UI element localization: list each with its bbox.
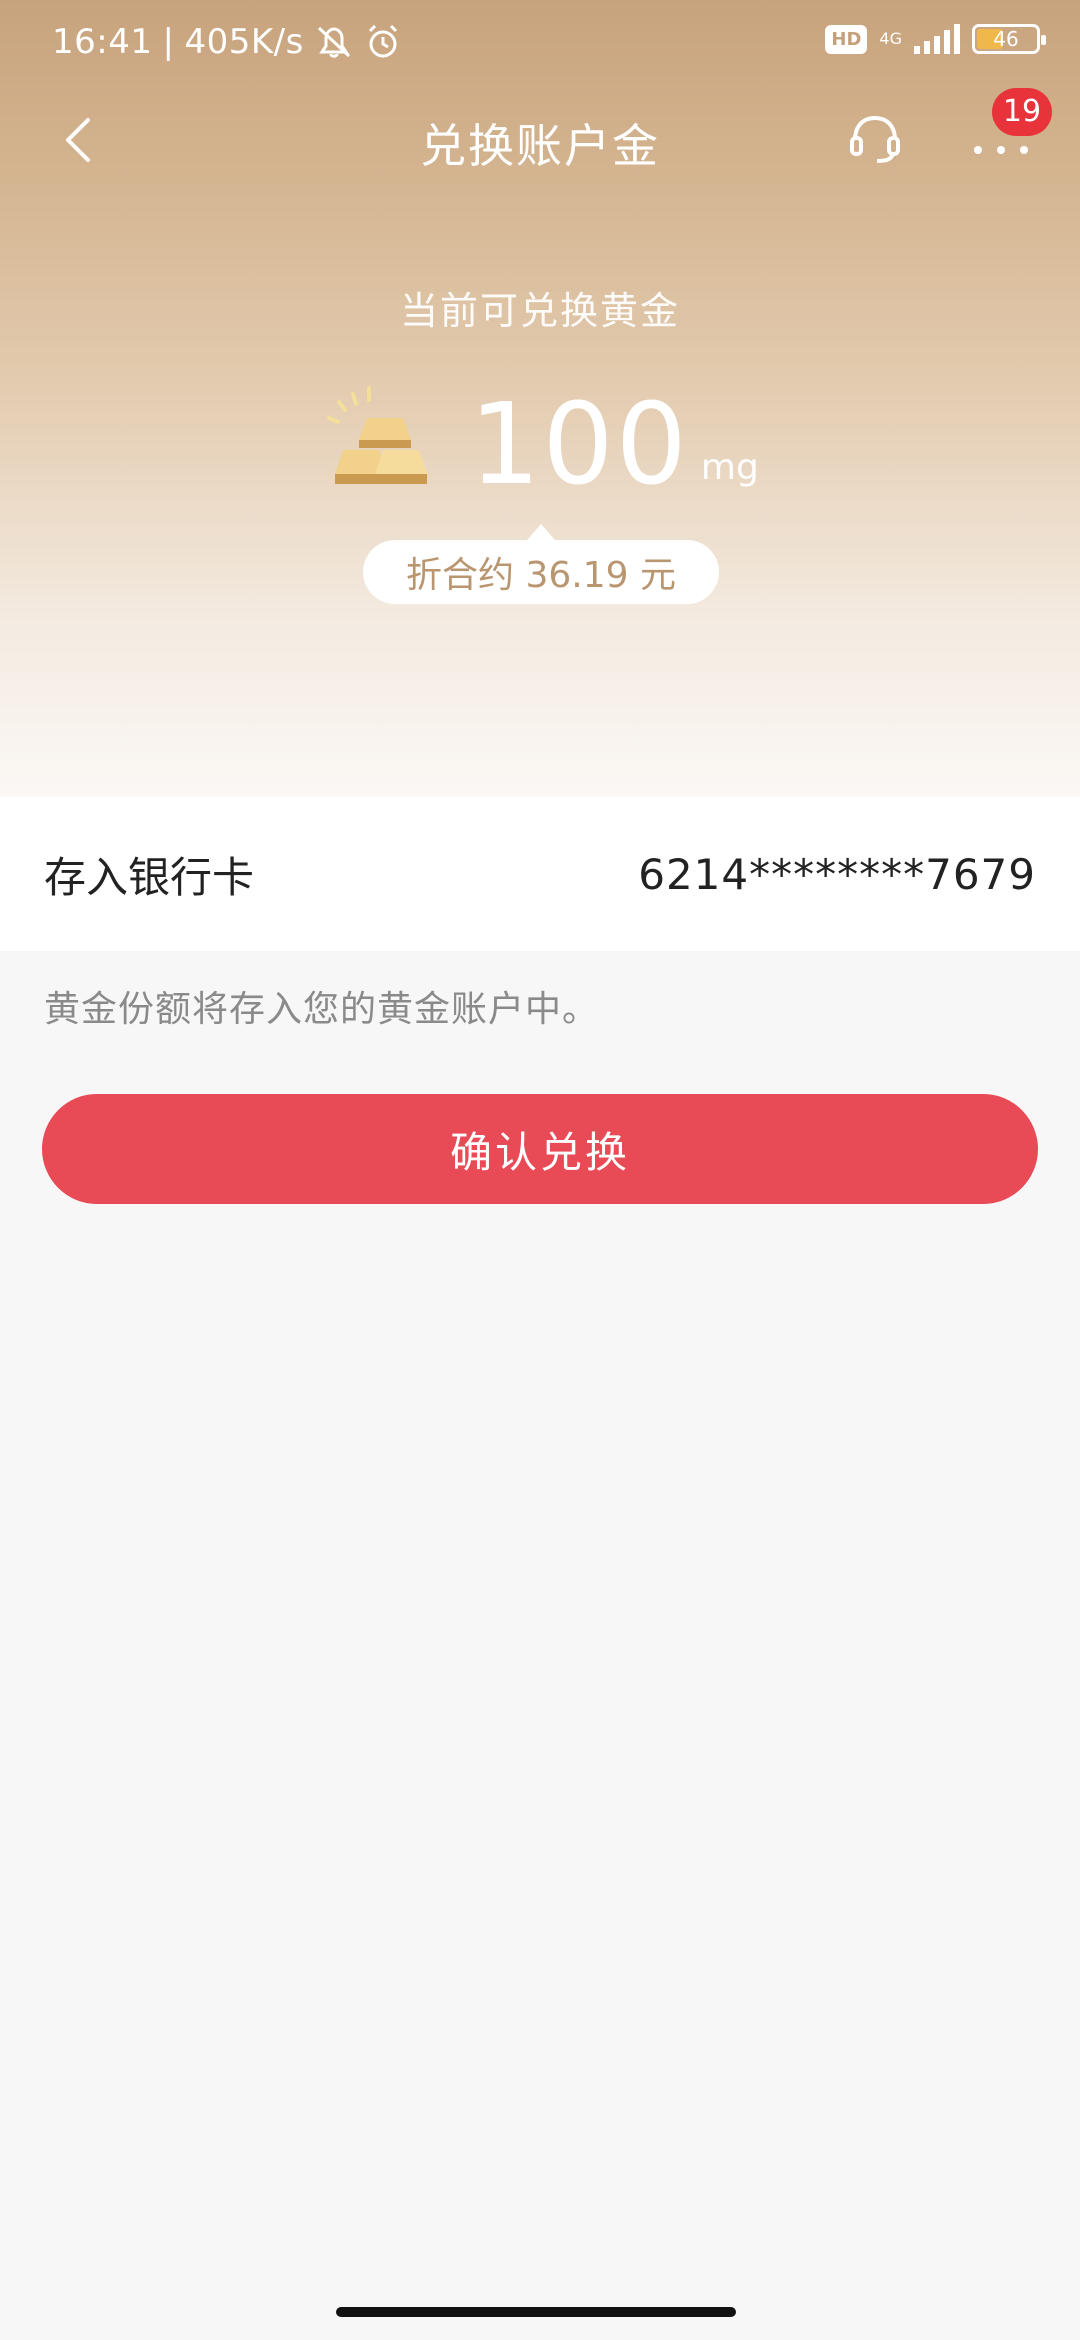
bank-card-row[interactable]: 存入银行卡 6214********7679 xyxy=(0,797,1080,951)
gold-amount: 100 xyxy=(469,380,689,510)
nav-bar: 兑换账户金 xyxy=(0,92,1080,182)
gold-bars-icon xyxy=(327,386,428,484)
home-indicator[interactable] xyxy=(336,2307,736,2317)
page-title: 兑换账户金 xyxy=(420,119,660,173)
hero-label: 当前可兑换黄金 xyxy=(399,289,680,333)
status-speed: 405K/s xyxy=(184,22,304,62)
bank-card-label: 存入银行卡 xyxy=(44,852,255,902)
hd-icon: HD xyxy=(825,24,868,54)
status-left: 16:41 | 405K/s xyxy=(52,22,402,62)
status-bar: 16:41 | 405K/s HD 4G 46 xyxy=(0,0,1080,92)
network-indicator: 4G xyxy=(879,31,902,47)
status-separator: | xyxy=(162,22,175,62)
alarm-icon xyxy=(368,24,397,58)
equivalent-value-bubble: 折合约 36.19 元 xyxy=(363,524,719,604)
status-right: HD 4G 46 xyxy=(825,24,1046,54)
notification-badge: 19 xyxy=(992,88,1052,136)
signal-icon xyxy=(914,24,960,54)
bell-off-icon xyxy=(317,26,350,58)
status-time: 16:41 xyxy=(52,22,153,62)
bank-card-number: 6214********7679 xyxy=(638,849,1036,899)
screen: 16:41 | 405K/s HD 4G 46 兑换账户金 19 当前可兑换黄金… xyxy=(0,0,1080,2340)
deposit-note: 黄金份额将存入您的黄金账户中。 xyxy=(44,989,600,1030)
battery-icon: 46 xyxy=(972,24,1046,54)
gold-unit: mg xyxy=(700,447,759,488)
headset-icon xyxy=(850,115,900,163)
confirm-exchange-button[interactable]: 确认兑换 xyxy=(42,1094,1038,1204)
amount-row: 100 mg xyxy=(0,370,1080,510)
battery-cap xyxy=(1041,35,1046,45)
network-type: 4G xyxy=(879,29,902,48)
battery-percent: 46 xyxy=(993,27,1019,51)
customer-service-button[interactable] xyxy=(845,106,905,166)
